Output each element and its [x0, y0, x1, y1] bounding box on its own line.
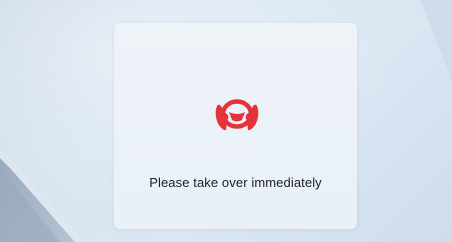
hands-on-steering-wheel-icon — [215, 99, 259, 130]
takeover-message: Please take over immediately — [149, 175, 322, 190]
takeover-alert-card: Please take over immediately — [114, 23, 357, 229]
